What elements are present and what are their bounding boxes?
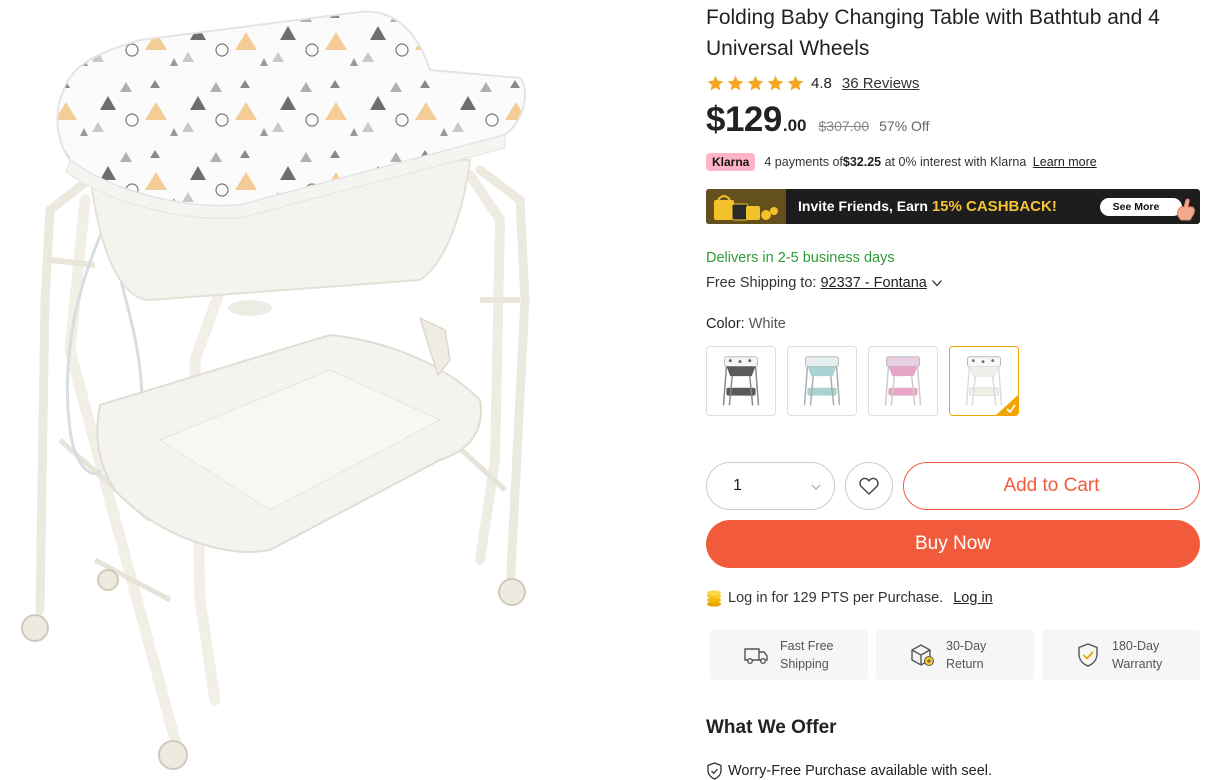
add-to-cart-button[interactable]: Add to Cart (903, 462, 1200, 510)
service-features: Fast Free Shipping 30-Day Return 180-Day… (710, 630, 1200, 680)
star-rating (706, 74, 805, 93)
pointing-hand-icon (1177, 198, 1195, 221)
color-swatch-white[interactable] (949, 346, 1019, 416)
gray-table-thumbnail (722, 356, 760, 406)
color-swatches (706, 346, 1019, 416)
offer-item-text: Worry-Free Purchase available with seel. (728, 763, 993, 779)
quantity-select[interactable]: 1 (706, 462, 835, 510)
klarna-learn-more-link[interactable]: Learn more (1033, 155, 1097, 169)
offer-item: Worry-Free Purchase available with seel. (706, 762, 992, 780)
feature-free-shipping: Fast Free Shipping (710, 630, 868, 680)
chevron-down-icon[interactable] (931, 277, 943, 289)
klarna-text-after: at 0% interest with Klarna (881, 155, 1030, 169)
star-icon (707, 75, 724, 91)
selected-check-icon (996, 395, 1018, 415)
wishlist-button[interactable] (845, 462, 893, 510)
banner-text-main: Invite Friends, Earn (798, 198, 932, 214)
buy-now-button[interactable]: Buy Now (706, 520, 1200, 568)
product-title: Folding Baby Changing Table with Bathtub… (706, 2, 1200, 64)
shipping-row: Free Shipping to: 92337 - Fontana (706, 275, 943, 291)
feature-text: 180-Day Warranty (1112, 637, 1162, 673)
star-icon (727, 75, 744, 91)
shield-check-icon (707, 762, 722, 780)
product-info-panel: Folding Baby Changing Table with Bathtub… (706, 0, 1200, 780)
color-label: Color: (706, 316, 745, 332)
heart-icon (859, 477, 879, 495)
selected-color: White (748, 316, 786, 332)
product-title-line1: Folding Baby Changing Table with Bathtub… (706, 6, 1160, 29)
product-title-line2: Universal Wheels (706, 37, 870, 60)
product-image[interactable] (0, 0, 680, 780)
return-box-icon (911, 644, 934, 666)
cart-row: 1 Add to Cart (706, 462, 1200, 510)
see-more-button[interactable]: See More (1100, 198, 1182, 216)
shipping-label: Free Shipping to: (706, 275, 817, 291)
pink-table-thumbnail (884, 356, 922, 406)
star-icon (787, 75, 804, 91)
feature-return: 30-Day Return (876, 630, 1034, 680)
shipping-location-link[interactable]: 92337 - Fontana (820, 275, 926, 291)
feature-line2: Return (946, 657, 984, 671)
coin-stack-icon (707, 590, 721, 607)
feature-warranty: 180-Day Warranty (1042, 630, 1200, 680)
feature-line1: 30-Day (946, 639, 987, 653)
points-login-link[interactable]: Log in (953, 590, 993, 606)
banner-cashback: 15% CASHBACK! (931, 198, 1057, 215)
blue-table-thumbnail (803, 356, 841, 406)
rating-row: 4.8 36 Reviews (706, 72, 919, 94)
feature-text: 30-Day Return (946, 637, 986, 673)
color-label-row: Color: White (706, 316, 786, 332)
changing-table-illustration (21, 10, 530, 770)
current-price-cents: .00 (782, 116, 807, 135)
current-price: $129 (706, 100, 782, 139)
original-price: $307.00 (818, 118, 870, 134)
banner-text: Invite Friends, Earn 15% CASHBACK! (798, 189, 1057, 224)
discount-label: 57% Off (879, 118, 930, 134)
points-row: Log in for 129 PTS per Purchase. Log in (706, 587, 993, 609)
feature-text: Fast Free Shipping (780, 637, 834, 673)
klarna-text-before: 4 payments of (764, 155, 843, 169)
feature-line2: Shipping (780, 657, 829, 671)
klarna-amount: $32.25 (842, 155, 882, 169)
feature-line1: 180-Day (1112, 639, 1160, 653)
price-row: $129 .00 $307.00 57% Off (706, 100, 929, 144)
chevron-down-icon (811, 484, 821, 490)
feature-line2: Warranty (1112, 657, 1163, 671)
shield-check-icon (1078, 643, 1098, 667)
what-we-offer-heading: What We Offer (706, 717, 837, 738)
star-icon (767, 75, 784, 91)
quantity-value: 1 (733, 477, 742, 494)
reviews-link[interactable]: 36 Reviews (842, 75, 920, 92)
rating-value: 4.8 (811, 74, 832, 92)
points-text: Log in for 129 PTS per Purchase. (728, 590, 944, 606)
feature-line1: Fast Free (780, 639, 834, 653)
shopping-bags-icon (706, 189, 786, 224)
star-icon (747, 75, 764, 91)
klarna-row: Klarna 4 payments of $32.25 at 0% intere… (706, 152, 1097, 172)
delivery-estimate: Delivers in 2-5 business days (706, 250, 895, 266)
color-swatch-gray[interactable] (706, 346, 776, 416)
color-swatch-blue[interactable] (787, 346, 857, 416)
truck-icon (744, 648, 768, 665)
klarna-badge: Klarna (706, 153, 756, 171)
color-swatch-pink[interactable] (868, 346, 938, 416)
invite-friends-banner[interactable]: Invite Friends, Earn 15% CASHBACK! See M… (706, 189, 1200, 224)
